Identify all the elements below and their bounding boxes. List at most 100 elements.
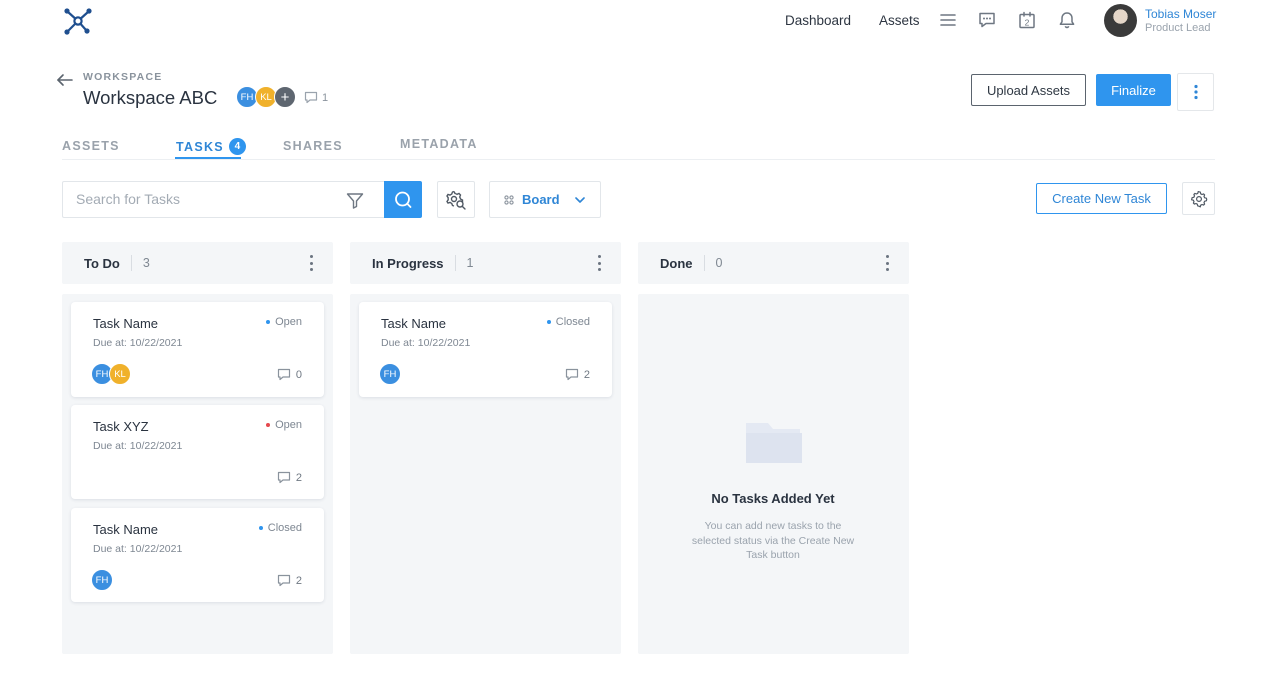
- column-count: 1: [466, 256, 474, 270]
- comment-icon: [277, 368, 291, 381]
- task-name: Task Name: [93, 522, 159, 537]
- task-name: Task XYZ: [93, 419, 149, 434]
- comment-count: 0: [295, 368, 302, 381]
- task-status: Closed: [258, 522, 302, 534]
- comment-count: 2: [295, 471, 302, 484]
- comment-icon: [304, 91, 318, 104]
- task-comments[interactable]: 2: [565, 368, 590, 381]
- menu-icon[interactable]: [938, 10, 958, 30]
- column-body-done: [638, 294, 909, 654]
- task-comments[interactable]: 2: [277, 471, 302, 484]
- search-icon: [395, 191, 412, 208]
- status-dot: [546, 320, 551, 324]
- task-due-date: Due at: 10/22/2021: [93, 337, 183, 349]
- column-header-in-progress: In Progress 1: [350, 242, 621, 284]
- chevron-down-icon: [574, 196, 585, 203]
- column-menu-icon[interactable]: [593, 254, 605, 272]
- more-options-button[interactable]: [1177, 73, 1214, 111]
- calendar-day-text: 2: [1025, 18, 1030, 28]
- search-input[interactable]: [76, 191, 326, 207]
- gear-search-icon: [446, 190, 466, 210]
- column-title: In Progress: [372, 255, 444, 271]
- tab-shares[interactable]: SHARES: [283, 139, 343, 153]
- task-due-date: Due at: 10/22/2021: [93, 543, 183, 555]
- assignee-avatar[interactable]: FH: [379, 363, 401, 385]
- tab-tasks[interactable]: TASKS 4: [176, 138, 246, 155]
- tab-tasks-label: TASKS: [176, 139, 224, 154]
- board-settings-button[interactable]: [1182, 182, 1215, 215]
- upload-assets-button[interactable]: Upload Assets: [971, 74, 1086, 106]
- manage-settings-button[interactable]: [437, 181, 475, 218]
- add-member-button[interactable]: +: [274, 86, 296, 108]
- status-label: Open: [275, 316, 302, 328]
- column-header-todo: To Do 3: [62, 242, 333, 284]
- search-button[interactable]: [384, 181, 422, 218]
- comment-count: 2: [583, 368, 590, 381]
- comment-count: 1: [322, 91, 329, 104]
- view-mode-label: Board: [522, 192, 560, 207]
- user-role: Product Lead: [1145, 22, 1211, 34]
- nav-dashboard-link[interactable]: Dashboard: [785, 13, 851, 28]
- column-separator: [130, 255, 132, 271]
- status-dot: [266, 320, 271, 324]
- task-name: Task Name: [93, 316, 159, 331]
- column-menu-icon[interactable]: [881, 254, 893, 272]
- task-status: Open: [266, 316, 302, 328]
- column-separator: [454, 255, 456, 271]
- task-card[interactable]: Task Name Due at: 10/22/2021 Closed FH 2: [359, 302, 612, 397]
- workspace-comments[interactable]: 1: [304, 91, 328, 104]
- gear-icon: [1190, 190, 1207, 207]
- task-status: Closed: [546, 316, 590, 328]
- task-assignees: FH: [91, 569, 113, 591]
- column-count: 3: [142, 256, 150, 270]
- status-label: Closed: [267, 522, 302, 534]
- workspace-label: WORKSPACE: [83, 71, 163, 83]
- filter-icon[interactable]: [346, 192, 364, 209]
- column-menu-icon[interactable]: [305, 254, 317, 272]
- search-box: [62, 181, 385, 218]
- task-card[interactable]: Task Name Due at: 10/22/2021 Open FH KL …: [71, 302, 324, 397]
- task-name: Task Name: [381, 316, 447, 331]
- tabs-divider: [62, 159, 1215, 160]
- task-card[interactable]: Task Name Due at: 10/22/2021 Closed FH 2: [71, 508, 324, 602]
- nav-assets-link[interactable]: Assets: [879, 13, 920, 28]
- task-status: Open: [266, 419, 302, 431]
- empty-state-description: You can add new tasks to the selected st…: [691, 520, 855, 561]
- user-name[interactable]: Tobias Moser: [1145, 7, 1216, 21]
- kebab-icon: [1193, 84, 1198, 100]
- chat-icon[interactable]: [977, 10, 997, 30]
- status-label: Closed: [555, 316, 590, 328]
- task-due-date: Due at: 10/22/2021: [381, 337, 471, 349]
- task-comments[interactable]: 2: [277, 574, 302, 587]
- task-comments[interactable]: 0: [277, 368, 302, 381]
- workspace-title: Workspace ABC: [83, 87, 218, 108]
- comment-icon: [277, 574, 291, 587]
- column-count: 0: [715, 256, 723, 270]
- board-grid-icon: [504, 194, 514, 205]
- task-assignees: FH KL: [91, 363, 131, 385]
- column-separator: [703, 255, 705, 271]
- comment-icon: [565, 368, 579, 381]
- user-avatar[interactable]: [1104, 4, 1137, 37]
- task-due-date: Due at: 10/22/2021: [93, 440, 183, 452]
- app-logo-icon[interactable]: [62, 6, 94, 36]
- comment-count: 2: [295, 574, 302, 587]
- tab-metadata[interactable]: METADATA: [400, 137, 478, 151]
- workspace-members: FH KL +: [236, 86, 296, 108]
- task-card[interactable]: Task XYZ Due at: 10/22/2021 Open 2: [71, 405, 324, 499]
- empty-state-title: No Tasks Added Yet: [711, 491, 835, 506]
- view-mode-select[interactable]: Board: [489, 181, 601, 218]
- status-label: Open: [275, 419, 302, 431]
- bell-icon[interactable]: [1057, 10, 1077, 30]
- back-arrow-icon[interactable]: [56, 72, 74, 88]
- tab-assets[interactable]: ASSETS: [62, 139, 120, 153]
- calendar-icon[interactable]: 2: [1017, 10, 1037, 30]
- assignee-avatar[interactable]: KL: [109, 363, 131, 385]
- create-new-task-button[interactable]: Create New Task: [1036, 183, 1167, 214]
- comment-icon: [277, 471, 291, 484]
- active-tab-indicator: [175, 157, 241, 159]
- finalize-button[interactable]: Finalize: [1096, 74, 1171, 106]
- column-header-done: Done 0: [638, 242, 909, 284]
- assignee-avatar[interactable]: FH: [91, 569, 113, 591]
- status-dot: [258, 526, 263, 530]
